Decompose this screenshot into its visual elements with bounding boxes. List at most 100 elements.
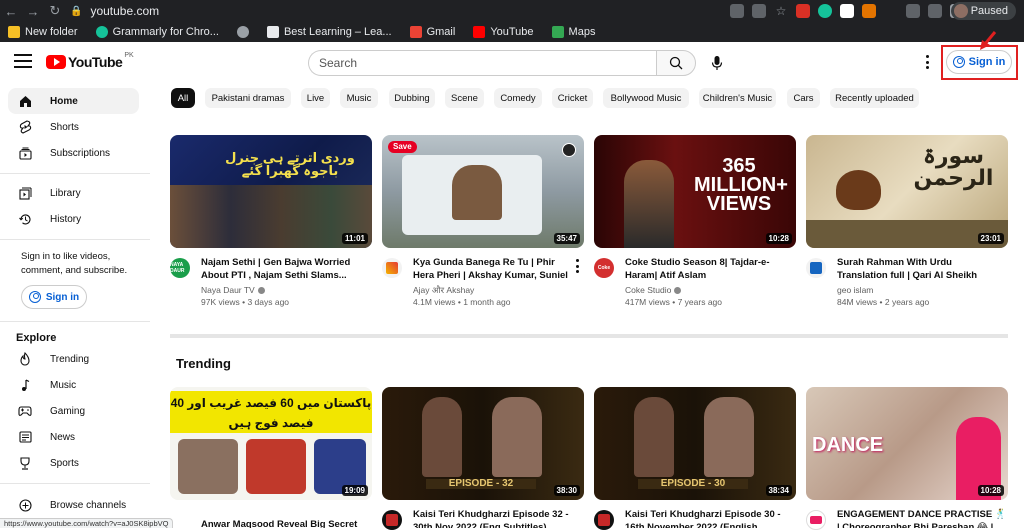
channel-avatar[interactable] [382,258,402,278]
video-options-icon[interactable] [572,259,582,273]
video-thumbnail[interactable]: 365 MILLION+ VIEWS 10:28 [594,135,796,248]
star-icon[interactable]: ☆ [774,4,788,18]
hamburger-menu-icon[interactable] [14,54,32,68]
video-title[interactable]: Kaisi Teri Khudgharzi Episode 32 - 30th … [413,508,573,528]
channel-avatar[interactable] [594,510,614,530]
back-icon[interactable]: ← [0,4,22,19]
bookmark-item[interactable]: Grammarly for Chro... [95,26,219,38]
extension-z-icon[interactable] [840,4,854,18]
bookmark-item[interactable]: YouTube [473,26,534,38]
channel-name[interactable]: Ajay और Akshay [413,285,474,296]
forward-icon[interactable]: → [22,4,44,19]
sidebar-divider [0,483,150,484]
bookmark-label: Gmail [426,26,456,38]
share-icon[interactable] [752,4,766,18]
sidebar-item-news[interactable]: News [8,424,139,450]
sidebar-item-history[interactable]: History [8,206,139,232]
search-button[interactable] [656,50,696,76]
extension-u-icon[interactable] [884,4,898,18]
sidebar-item-sports[interactable]: Sports [8,450,139,476]
bookmarks-bar: New folder Grammarly for Chro... Best Le… [0,22,1024,42]
bookmark-item[interactable]: Best Learning – Lea... [266,26,392,38]
bookmark-item[interactable]: Gmail [409,26,456,38]
chip-cricket[interactable]: Cricket [552,88,593,108]
bookmark-item[interactable] [236,26,249,38]
bookmark-label: Maps [568,26,596,38]
sidebar-item-shorts[interactable]: Shorts [8,114,139,140]
video-title[interactable]: Kaisi Teri Khudgharzi Episode 30 - 16th … [625,508,785,528]
chip-childrens-music[interactable]: Children's Music [699,88,776,108]
chip-pakistani-dramas[interactable]: Pakistani dramas [205,88,291,108]
reload-icon[interactable]: ↻ [44,3,66,19]
channel-avatar[interactable] [806,510,826,530]
sidebar-item-trending[interactable]: Trending [8,346,139,372]
channel-name[interactable]: geo islam [837,285,873,295]
chip-recently-uploaded[interactable]: Recently uploaded [830,88,919,108]
sidebar-item-gaming[interactable]: Gaming [8,398,139,424]
youtube-logo[interactable]: YouTube PK [46,52,134,70]
screenshot-icon[interactable] [730,4,744,18]
chip-bollywood-music[interactable]: Bollywood Music [603,88,689,108]
channel-avatar[interactable] [806,258,826,278]
video-title[interactable]: Surah Rahman With Urdu Translation full … [837,256,997,282]
microphone-icon [711,56,723,70]
extension-orange-icon[interactable] [862,4,876,18]
channel-avatar[interactable] [382,510,402,530]
bookmark-item[interactable]: New folder [8,26,78,38]
chip-dubbing[interactable]: Dubbing [389,88,435,108]
profile-button[interactable]: Paused [950,2,1016,20]
grammarly-icon[interactable] [818,4,832,18]
video-meta: 97K views • 3 days ago [201,297,290,307]
save-badge[interactable]: Save [388,141,417,153]
video-thumbnail[interactable]: EPISODE - 30 38:34 [594,387,796,500]
video-thumbnail[interactable]: سورۃ الرحمن 23:01 [806,135,1008,248]
section-divider [170,334,1008,338]
search-input[interactable]: Search [308,50,656,76]
channel-name[interactable]: Coke Studio [625,285,682,295]
chip-cars[interactable]: Cars [787,88,820,108]
video-thumbnail[interactable]: Save 35:47 [382,135,584,248]
sidebar-item-label: Browse channels [50,499,127,511]
video-title[interactable]: Coke Studio Season 8| Tajdar-e-Haram| At… [625,256,785,282]
chip-scene[interactable]: Scene [445,88,484,108]
video-title[interactable]: ENGAGEMENT DANCE PRACTISE 🕺 | Choreograp… [837,508,1007,528]
lens-icon[interactable] [562,143,576,157]
gmail-icon [409,26,422,38]
video-meta: 84M views • 2 years ago [837,297,930,307]
more-options-icon[interactable] [920,54,934,70]
channel-avatar[interactable]: Coke [594,258,614,278]
sidebar-sign-in-button[interactable]: Sign in [21,285,87,309]
chip-all[interactable]: All [171,88,195,108]
search-placeholder: Search [319,56,358,70]
video-title[interactable]: Najam Sethi | Gen Bajwa Worried About PT… [201,256,361,282]
address-bar[interactable]: 🔒 youtube.com [70,2,710,20]
chip-live[interactable]: Live [301,88,330,108]
video-thumbnail[interactable]: پاکستان میں 60 فیصد غریب اور 40 فیصد فوج… [170,387,372,500]
puzzle-icon[interactable] [928,4,942,18]
user-icon [28,291,41,303]
chip-comedy[interactable]: Comedy [494,88,542,108]
video-title[interactable]: Anwar Maqsood Reveal Big Secret In... [201,518,361,528]
sign-in-label: Sign in [45,291,80,303]
sidebar-item-music[interactable]: Music [8,372,139,398]
microphone-button[interactable] [704,50,730,76]
thumbnail-text: EPISODE - 32 [426,479,536,489]
video-thumbnail[interactable]: وردی اترتے ہی جنرل باجوہ گھبرا گئے 11:01 [170,135,372,248]
video-thumbnail[interactable]: DANCE 10:28 [806,387,1008,500]
bookmark-item[interactable]: Maps [551,26,596,38]
channel-avatar[interactable]: NAYA DAUR [170,258,190,278]
channel-logo-icon [386,514,398,526]
thumbnail-text: EPISODE - 30 [638,479,748,489]
channel-name[interactable]: Naya Daur TV [201,285,265,295]
plus-circle-icon [18,498,32,512]
sidebar-item-library[interactable]: Library [8,180,139,206]
sidebar-item-browse-channels[interactable]: Browse channels [8,492,139,518]
channel-logo-icon [810,262,822,274]
chip-music[interactable]: Music [340,88,378,108]
video-title[interactable]: Kya Gunda Banega Re Tu | Phir Hera Pheri… [413,256,573,282]
sidebar-item-subscriptions[interactable]: Subscriptions [8,140,139,166]
shield-icon[interactable] [906,4,920,18]
video-thumbnail[interactable]: EPISODE - 32 38:30 [382,387,584,500]
extension-badge-icon[interactable] [796,4,810,18]
sidebar-item-home[interactable]: Home [8,88,139,114]
